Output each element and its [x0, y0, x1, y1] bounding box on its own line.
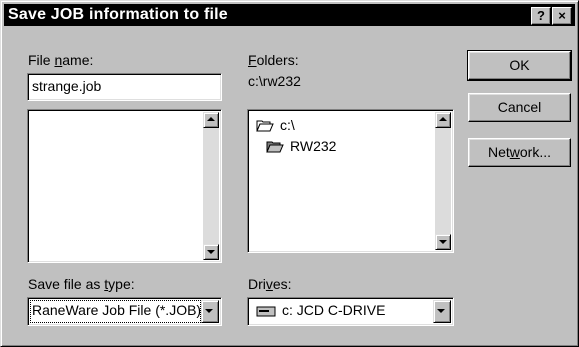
dialog-title: Save JOB information to file — [8, 6, 228, 23]
file-name-value: strange.job — [32, 78, 102, 94]
folder-item-label: RW232 — [290, 138, 337, 154]
folder-list[interactable]: c:\ RW232 — [247, 109, 454, 253]
save-as-type-label: Save file as type: — [28, 276, 135, 292]
file-list-scrollbar[interactable] — [203, 112, 219, 260]
save-as-type-value: RaneWare Job File (*.JOB) — [32, 302, 201, 318]
scroll-down-button[interactable] — [435, 234, 451, 250]
drives-value: c: JCD C-DRIVE — [282, 302, 386, 318]
scroll-up-button[interactable] — [203, 112, 219, 128]
file-name-input[interactable]: strange.job — [27, 73, 222, 101]
drives-label: Drives: — [248, 276, 292, 292]
close-button[interactable]: × — [552, 7, 572, 25]
scroll-down-button[interactable] — [203, 244, 219, 260]
chevron-down-icon — [437, 309, 445, 313]
chevron-down-icon — [205, 309, 213, 313]
cancel-button[interactable]: Cancel — [468, 93, 571, 122]
open-folder-icon — [256, 120, 274, 132]
folder-item-label: c:\ — [280, 117, 295, 133]
file-name-label: File name: — [28, 52, 94, 68]
ok-button[interactable]: OK — [467, 50, 572, 81]
file-list[interactable] — [27, 109, 222, 263]
save-as-type-field: RaneWare Job File (*.JOB) — [30, 300, 201, 323]
save-dialog: Save JOB information to file ? × File na… — [0, 0, 579, 347]
folder-item-c-root[interactable]: c:\ — [256, 117, 295, 133]
down-arrow-icon — [439, 240, 447, 244]
up-arrow-icon — [207, 117, 215, 121]
folder-list-scrollbar[interactable] — [435, 112, 451, 250]
drives-select[interactable]: c: JCD C-DRIVE — [247, 297, 454, 326]
title-bar: Save JOB information to file ? × — [4, 4, 575, 26]
open-folder-icon — [266, 141, 284, 153]
drives-dropdown-button[interactable] — [433, 300, 451, 323]
network-button[interactable]: Network... — [468, 138, 571, 167]
folders-label: Folders: — [248, 52, 299, 68]
scroll-up-button[interactable] — [435, 112, 451, 128]
drives-value-wrap: c: JCD C-DRIVE — [256, 302, 385, 318]
save-as-type-dropdown-button[interactable] — [201, 300, 219, 323]
save-as-type-select[interactable]: RaneWare Job File (*.JOB) — [27, 297, 222, 326]
current-path: c:\rw232 — [248, 73, 301, 89]
folder-item-rw232[interactable]: RW232 — [266, 138, 336, 154]
up-arrow-icon — [439, 117, 447, 121]
drive-icon — [256, 306, 276, 317]
help-button[interactable]: ? — [531, 7, 551, 25]
down-arrow-icon — [207, 250, 215, 254]
